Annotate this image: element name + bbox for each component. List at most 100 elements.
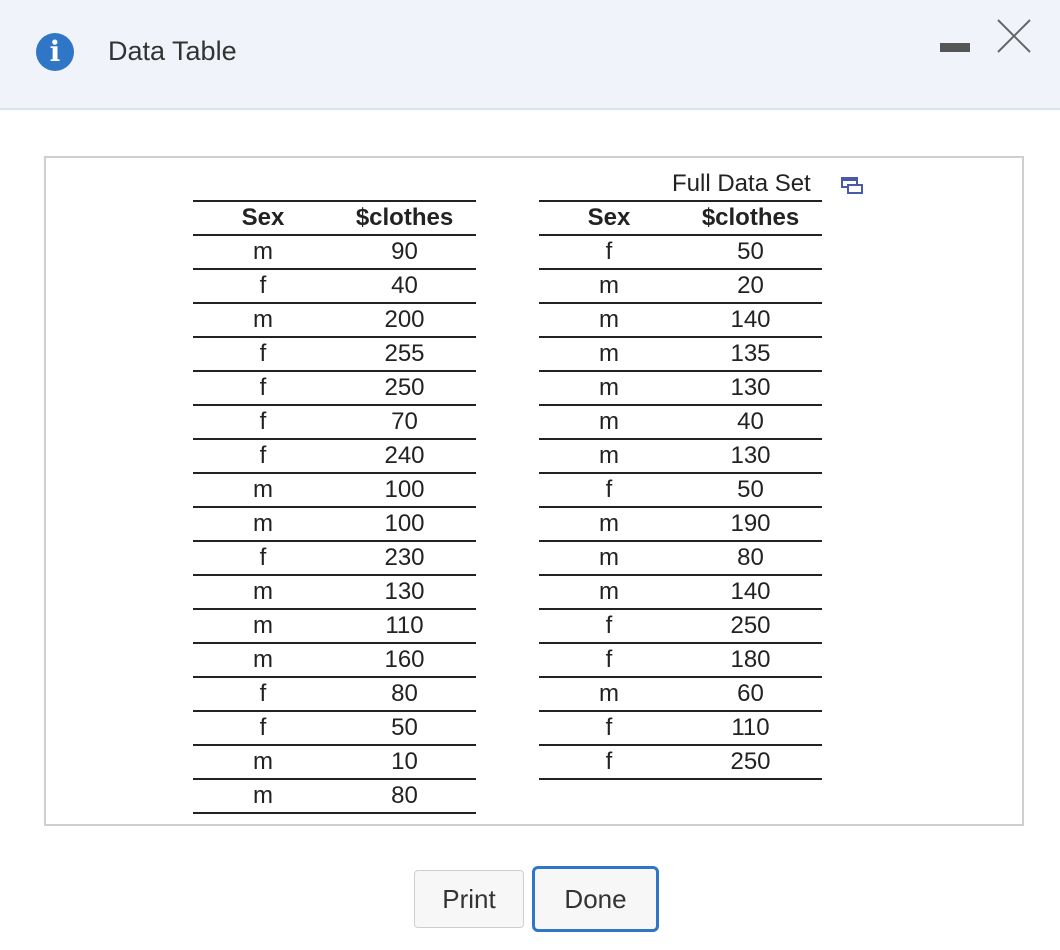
cell-sex: f: [539, 609, 679, 644]
close-button[interactable]: [994, 14, 1036, 56]
data-table-right: Sex $clothes f 50 m 20 m 140 m 135 m 130 m 40 m 130 f 5…: [539, 200, 822, 780]
cell-sex: m: [193, 473, 333, 508]
cell-sex: f: [539, 711, 679, 746]
table-row: m 90: [193, 235, 476, 270]
popout-button[interactable]: [840, 175, 864, 195]
table-row: m 20: [539, 269, 822, 304]
cell-clothes: 80: [333, 779, 476, 814]
data-table-left: Sex $clothes m 90 f 40 m 200 f 255 f 250 f 70 f 240 m 1…: [193, 200, 476, 814]
table-row: f 50: [539, 235, 822, 270]
table-row: f 50: [539, 473, 822, 508]
table-row: m 110: [193, 609, 476, 644]
cell-sex: m: [193, 303, 333, 338]
cell-sex: m: [539, 405, 679, 440]
cell-sex: m: [539, 269, 679, 304]
cell-clothes: 130: [333, 575, 476, 610]
cell-clothes: 50: [333, 711, 476, 746]
cell-sex: f: [193, 541, 333, 576]
table-row: m 130: [539, 439, 822, 474]
cell-sex: m: [539, 677, 679, 712]
cell-clothes: 80: [679, 541, 822, 576]
cell-sex: m: [539, 371, 679, 406]
table-row: m 100: [193, 507, 476, 542]
table-row: m 60: [539, 677, 822, 712]
popout-icon: [841, 177, 863, 194]
table-row: f 250: [539, 745, 822, 780]
column-header-sex: Sex: [193, 201, 333, 236]
cell-clothes: 40: [333, 269, 476, 304]
cell-clothes: 230: [333, 541, 476, 576]
cell-clothes: 100: [333, 507, 476, 542]
table-row: f 110: [539, 711, 822, 746]
table-row: m 190: [539, 507, 822, 542]
table-row: m 40: [539, 405, 822, 440]
cell-clothes: 100: [333, 473, 476, 508]
cell-clothes: 90: [333, 235, 476, 270]
table-row: f 50: [193, 711, 476, 746]
cell-sex: f: [539, 643, 679, 678]
cell-clothes: 240: [333, 439, 476, 474]
cell-clothes: 130: [679, 439, 822, 474]
cell-sex: m: [193, 575, 333, 610]
cell-clothes: 50: [679, 473, 822, 508]
table-row: m 160: [193, 643, 476, 678]
info-icon: i: [36, 33, 74, 71]
table-row: f 240: [193, 439, 476, 474]
cell-clothes: 80: [333, 677, 476, 712]
table-row: m 140: [539, 303, 822, 338]
column-header-sex: Sex: [539, 201, 679, 236]
data-table-panel: [44, 156, 1024, 826]
cell-clothes: 135: [679, 337, 822, 372]
cell-clothes: 140: [679, 303, 822, 338]
cell-clothes: 110: [679, 711, 822, 746]
print-button[interactable]: Print: [414, 870, 524, 928]
cell-clothes: 70: [333, 405, 476, 440]
cell-clothes: 110: [333, 609, 476, 644]
cell-clothes: 200: [333, 303, 476, 338]
cell-clothes: 10: [333, 745, 476, 780]
cell-sex: m: [193, 779, 333, 814]
table-row: f 180: [539, 643, 822, 678]
cell-clothes: 60: [679, 677, 822, 712]
table-row: m 130: [193, 575, 476, 610]
cell-sex: f: [539, 745, 679, 780]
minimize-icon: [940, 43, 970, 52]
cell-clothes: 50: [679, 235, 822, 270]
full-data-set-label: Full Data Set: [672, 170, 811, 197]
cell-sex: f: [539, 473, 679, 508]
cell-sex: m: [193, 507, 333, 542]
cell-sex: f: [193, 677, 333, 712]
dialog-titlebar: i Data Table: [0, 0, 1060, 110]
table-row: f 70: [193, 405, 476, 440]
cell-clothes: 20: [679, 269, 822, 304]
cell-sex: m: [193, 643, 333, 678]
table-header-row: Sex $clothes: [193, 201, 476, 236]
table-row: f 250: [193, 371, 476, 406]
table-row: m 80: [539, 541, 822, 576]
cell-sex: f: [193, 371, 333, 406]
cell-sex: f: [193, 711, 333, 746]
cell-clothes: 40: [679, 405, 822, 440]
cell-clothes: 140: [679, 575, 822, 610]
table-row: m 10: [193, 745, 476, 780]
table-row: m 135: [539, 337, 822, 372]
table-row: m 80: [193, 779, 476, 814]
dialog-title: Data Table: [108, 36, 237, 66]
cell-sex: f: [193, 269, 333, 304]
cell-clothes: 255: [333, 337, 476, 372]
cell-sex: f: [539, 235, 679, 270]
cell-sex: m: [539, 303, 679, 338]
table-row: m 200: [193, 303, 476, 338]
cell-sex: f: [193, 405, 333, 440]
cell-clothes: 250: [679, 745, 822, 780]
cell-sex: m: [539, 541, 679, 576]
column-header-clothes: $clothes: [679, 201, 822, 236]
table-row: m 130: [539, 371, 822, 406]
cell-clothes: 130: [679, 371, 822, 406]
table-row: f 40: [193, 269, 476, 304]
close-icon: [997, 19, 1031, 53]
done-button[interactable]: Done: [532, 866, 659, 932]
table-row: m 140: [539, 575, 822, 610]
cell-sex: m: [539, 337, 679, 372]
minimize-button[interactable]: [935, 30, 975, 70]
